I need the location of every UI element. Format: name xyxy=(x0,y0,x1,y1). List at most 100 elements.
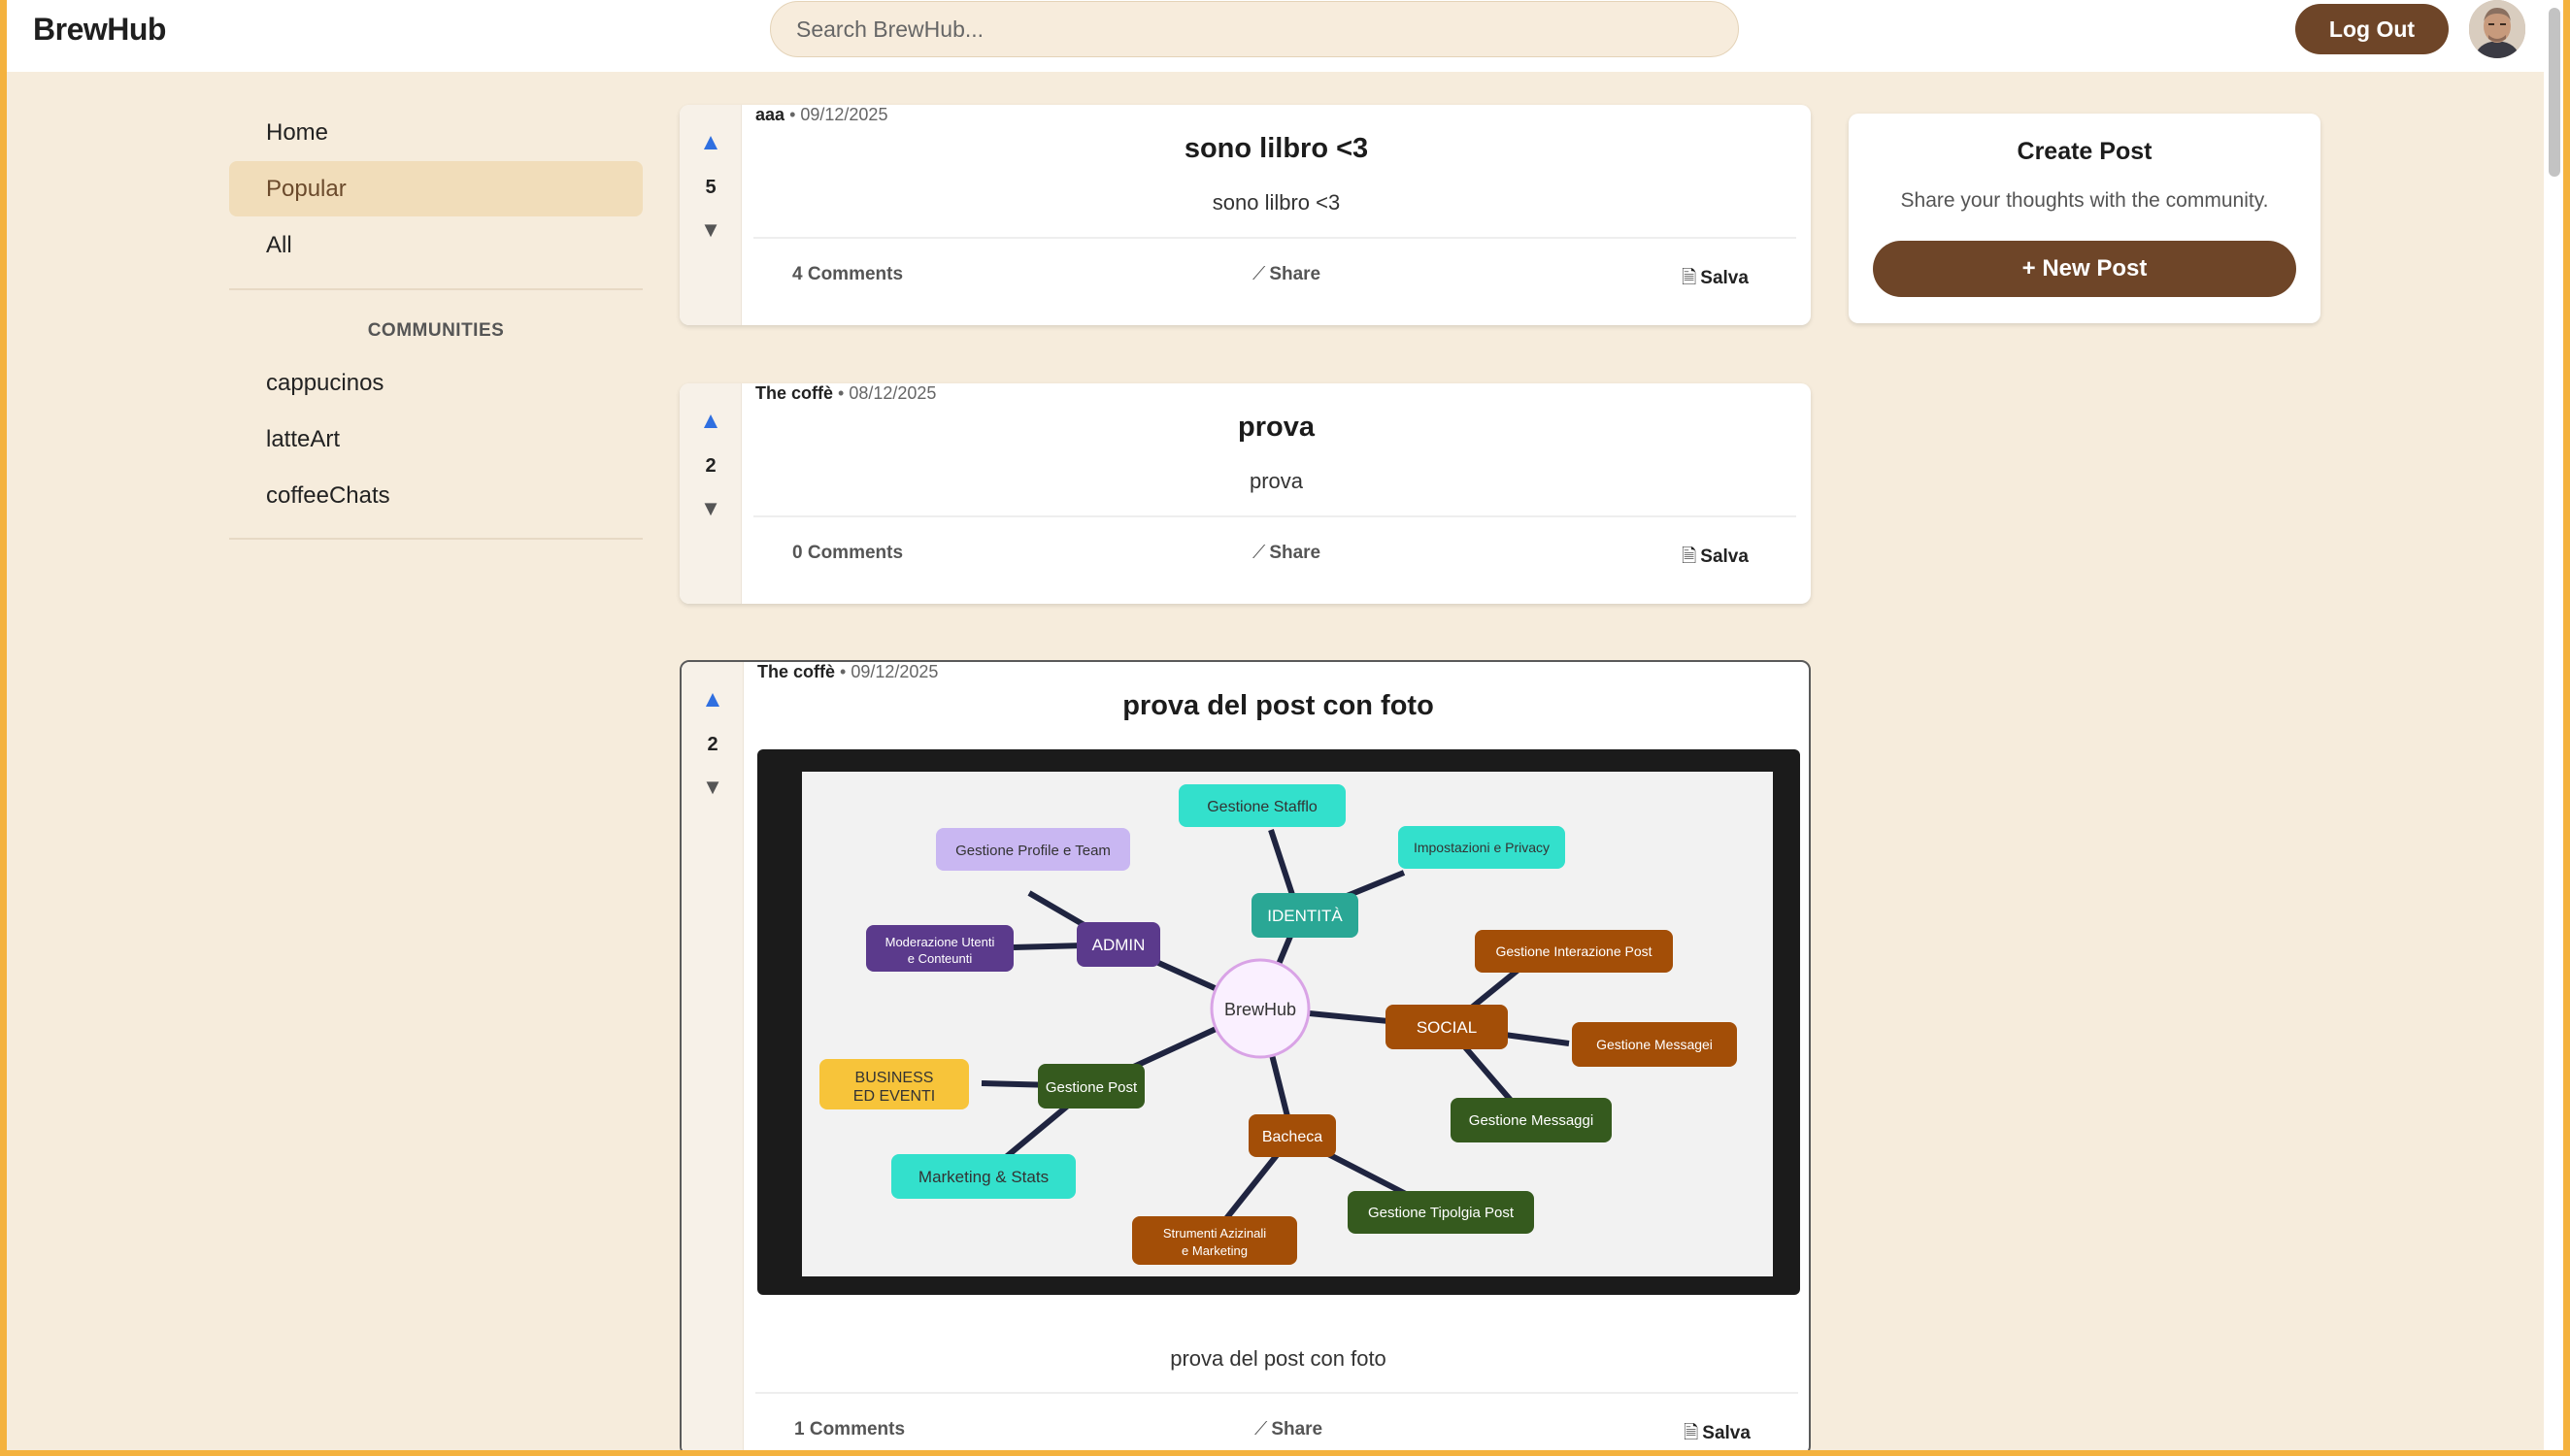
post-date: • 09/12/2025 xyxy=(840,662,939,681)
downvote-icon[interactable]: ▼ xyxy=(680,498,742,519)
share-icon: ⟋ xyxy=(1254,1419,1268,1439)
post-author[interactable]: The coffè xyxy=(755,383,833,403)
upvote-icon[interactable]: ▲ xyxy=(680,131,742,154)
mindmap-image: BrewHub ADMIN IDENTITÀ SOCIAL Bacheca Ge… xyxy=(802,772,1773,1276)
comments-label: 4 Comments xyxy=(792,264,904,284)
brand-logo[interactable]: BrewHub xyxy=(33,12,166,48)
share-button[interactable]: ⟋ Share xyxy=(1252,543,1320,564)
search-input[interactable] xyxy=(796,2,1709,56)
upvote-icon[interactable]: ▲ xyxy=(680,410,742,433)
post-body: prova del post con foto xyxy=(1170,1346,1386,1371)
post-title[interactable]: sono lilbro <3 xyxy=(742,133,1811,165)
share-button[interactable]: ⟋ Share xyxy=(1252,264,1320,285)
page-scrollbar[interactable] xyxy=(2544,0,2563,1450)
create-post-title: Create Post xyxy=(2017,138,2153,165)
mindmap-label-identita: IDENTITÀ xyxy=(1267,907,1343,925)
community-item-latteart[interactable]: latteArt xyxy=(229,412,643,467)
downvote-icon[interactable]: ▼ xyxy=(680,219,742,241)
post-meta: The coffè • 09/12/2025 xyxy=(757,662,938,682)
mindmap-label-gestione-post: Gestione Post xyxy=(1046,1079,1138,1096)
post-author[interactable]: The coffè xyxy=(757,662,835,681)
vote-count: 5 xyxy=(705,177,717,198)
mindmap-label-marketing: Marketing & Stats xyxy=(918,1168,1049,1186)
share-label: Share xyxy=(1269,264,1321,284)
communities-heading: COMMUNITIES xyxy=(367,320,505,341)
post-card: ▲ 2 ▼ The coffè • 09/12/2025 prova del p… xyxy=(680,660,1811,1456)
upvote-icon[interactable]: ▲ xyxy=(682,688,744,711)
mindmap-label-moderazione-2: e Conteunti xyxy=(908,951,973,966)
sidebar-item-home[interactable]: Home xyxy=(229,105,643,160)
share-icon: ⟋ xyxy=(1252,264,1266,284)
user-avatar-icon[interactable] xyxy=(2469,0,2525,58)
save-button[interactable]: 🗎 Salva xyxy=(1682,543,1749,574)
bookmark-icon: 🗎 xyxy=(1682,268,1697,288)
community-item-cappucinos[interactable]: cappucinos xyxy=(229,355,643,411)
create-post-subtitle: Share your thoughts with the community. xyxy=(1900,189,2269,212)
post-title[interactable]: prova xyxy=(742,412,1811,444)
vote-column: ▲ 2 ▼ xyxy=(680,383,742,604)
search-bar[interactable] xyxy=(770,1,1739,57)
mindmap-label-messaggi: Gestione Messaggi xyxy=(1469,1112,1593,1129)
mindmap-label-bacheca: Bacheca xyxy=(1262,1129,1322,1145)
comments-label: 0 Comments xyxy=(792,543,904,563)
post-card: ▲ 2 ▼ The coffè • 08/12/2025 prova prova… xyxy=(680,383,1811,604)
post-divider xyxy=(753,515,1796,517)
post-author[interactable]: aaa xyxy=(755,105,784,124)
share-icon: ⟋ xyxy=(1252,543,1266,563)
sidebar-item-all[interactable]: All xyxy=(229,217,643,273)
community-item-coffeechats[interactable]: coffeeChats xyxy=(229,468,643,523)
frame-left-border xyxy=(0,0,7,1456)
mindmap-label-social: SOCIAL xyxy=(1417,1018,1477,1037)
post-title[interactable]: prova del post con foto xyxy=(744,690,1809,722)
top-navbar: BrewHub Log Out xyxy=(7,0,2551,72)
share-label: Share xyxy=(1271,1419,1323,1439)
mindmap-label-strumenti-2: e Marketing xyxy=(1182,1243,1248,1258)
mindmap-label-moderazione-1: Moderazione Utenti xyxy=(885,935,995,949)
save-button[interactable]: 🗎 Salva xyxy=(1682,264,1749,295)
mindmap-label-profile: Gestione Profile e Team xyxy=(955,843,1111,859)
vote-count: 2 xyxy=(705,455,717,477)
save-label: Salva xyxy=(1702,1423,1751,1443)
mindmap-label-impostazioni: Impostazioni e Privacy xyxy=(1414,840,1550,855)
mindmap-label-business-2: ED EVENTI xyxy=(853,1088,935,1105)
save-button[interactable]: 🗎 Salva xyxy=(1684,1419,1751,1450)
post-meta: The coffè • 08/12/2025 xyxy=(755,383,936,404)
comments-button[interactable]: 1 Comments xyxy=(794,1419,905,1440)
vote-column: ▲ 5 ▼ xyxy=(680,105,742,325)
mindmap-label-tipolgia: Gestione Tipolgia Post xyxy=(1368,1205,1515,1221)
post-date: • 08/12/2025 xyxy=(838,383,937,403)
vote-count: 2 xyxy=(707,734,718,755)
share-label: Share xyxy=(1269,543,1321,563)
scrollbar-thumb[interactable] xyxy=(2549,8,2560,177)
save-label: Salva xyxy=(1700,546,1749,567)
bookmark-icon: 🗎 xyxy=(1682,546,1697,567)
mindmap-label-messagei: Gestione Messagei xyxy=(1596,1037,1713,1052)
create-post-card: Create Post Share your thoughts with the… xyxy=(1849,114,2320,323)
mindmap-center-label: BrewHub xyxy=(1224,1000,1296,1019)
new-post-button[interactable]: + New Post xyxy=(1873,241,2296,297)
share-button[interactable]: ⟋ Share xyxy=(1254,1419,1322,1440)
post-divider xyxy=(755,1392,1798,1394)
bookmark-icon: 🗎 xyxy=(1684,1423,1699,1443)
post-divider xyxy=(753,237,1796,239)
mindmap-label-business-1: BUSINESS xyxy=(855,1070,934,1086)
comments-label: 1 Comments xyxy=(794,1419,906,1439)
post-meta: aaa • 09/12/2025 xyxy=(755,105,887,125)
post-date: • 09/12/2025 xyxy=(789,105,888,124)
mindmap-label-strumenti-1: Strumenti Azizinali xyxy=(1163,1226,1266,1241)
post-card: ▲ 5 ▼ aaa • 09/12/2025 sono lilbro <3 so… xyxy=(680,105,1811,325)
post-body: sono lilbro <3 xyxy=(1212,190,1341,215)
sidebar-divider xyxy=(229,538,643,540)
save-label: Salva xyxy=(1700,268,1749,288)
downvote-icon[interactable]: ▼ xyxy=(682,777,744,798)
frame-bottom-border xyxy=(0,1450,2570,1456)
vote-column: ▲ 2 ▼ xyxy=(682,662,744,1454)
sidebar-item-popular[interactable]: Popular xyxy=(229,161,643,216)
mindmap-label-interazione: Gestione Interazione Post xyxy=(1495,943,1652,959)
comments-button[interactable]: 0 Comments xyxy=(792,543,903,564)
post-image[interactable]: BrewHub ADMIN IDENTITÀ SOCIAL Bacheca Ge… xyxy=(757,749,1800,1295)
logout-button[interactable]: Log Out xyxy=(2295,4,2449,54)
mindmap-label-staff: Gestione Stafflo xyxy=(1207,799,1318,815)
mindmap-label-admin: ADMIN xyxy=(1092,936,1146,954)
comments-button[interactable]: 4 Comments xyxy=(792,264,903,285)
